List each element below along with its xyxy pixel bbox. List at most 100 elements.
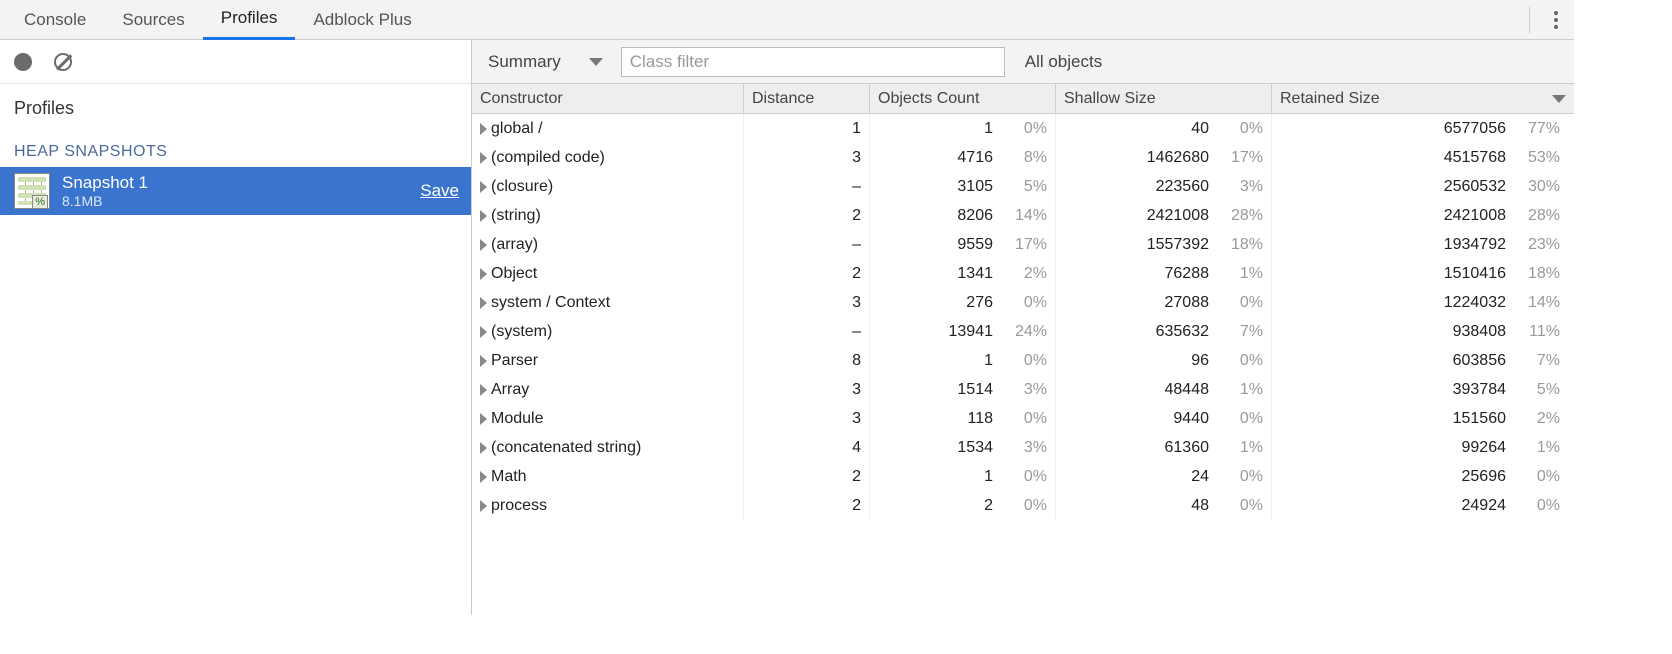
cell-objects-count: 13412% [870,259,1056,288]
header-objects-count[interactable]: Objects Count [870,84,1056,113]
obj-count-value: 1 [984,120,993,138]
cell-constructor: (array) [472,230,744,259]
shallow-pct: 0% [1219,497,1263,515]
expand-triangle-icon[interactable] [480,210,487,222]
snapshot-item[interactable]: Snapshot 1 8.1MB Save [0,167,471,215]
expand-triangle-icon[interactable] [480,268,487,280]
table-row[interactable]: (array)–955917%155739218%193479223% [472,230,1574,259]
chevron-down-icon [589,58,603,66]
record-icon[interactable] [14,53,32,71]
table-row[interactable]: Module31180%94400%1515602% [472,404,1574,433]
table-header: Constructor Distance Objects Count Shall… [472,84,1574,114]
expand-triangle-icon[interactable] [480,152,487,164]
constructor-name: Array [491,381,529,399]
shallow-pct: 1% [1219,381,1263,399]
cell-constructor: (concatenated string) [472,433,744,462]
table-row[interactable]: Parser810%960%6038567% [472,346,1574,375]
header-distance[interactable]: Distance [744,84,870,113]
header-retained-size[interactable]: Retained Size [1272,84,1574,113]
table-row[interactable]: Array315143%484481%3937845% [472,375,1574,404]
cell-objects-count: 31055% [870,172,1056,201]
retained-value: 938408 [1453,323,1506,341]
expand-triangle-icon[interactable] [480,181,487,193]
shallow-pct: 0% [1219,352,1263,370]
table-row[interactable]: Object213412%762881%151041618% [472,259,1574,288]
retained-value: 2421008 [1444,207,1506,225]
cell-retained-size: 256960% [1272,462,1574,491]
cell-constructor: Module [472,404,744,433]
constructor-name: (closure) [491,178,553,196]
expand-triangle-icon[interactable] [480,413,487,425]
shallow-value: 635632 [1156,323,1209,341]
cell-constructor: (string) [472,201,744,230]
expand-triangle-icon[interactable] [480,123,487,135]
table-row[interactable]: (closure)–31055%2235603%256053230% [472,172,1574,201]
retained-pct: 23% [1516,236,1560,254]
expand-triangle-icon[interactable] [480,326,487,338]
obj-count-pct: 14% [1003,207,1047,225]
tab-adblock-plus[interactable]: Adblock Plus [295,0,429,40]
constructor-name: global / [491,120,543,138]
cell-distance: 2 [744,491,870,520]
retained-pct: 5% [1516,381,1560,399]
table-row[interactable]: system / Context32760%270880%122403214% [472,288,1574,317]
obj-count-pct: 0% [1003,410,1047,428]
table-row[interactable]: (concatenated string)415343%613601%99264… [472,433,1574,462]
table-row[interactable]: (compiled code)347168%146268017%45157685… [472,143,1574,172]
heap-toolbar: Summary All objects [472,40,1574,84]
header-shallow-size[interactable]: Shallow Size [1056,84,1272,113]
obj-count-pct: 2% [1003,265,1047,283]
retained-pct: 14% [1516,294,1560,312]
expand-triangle-icon[interactable] [480,384,487,396]
table-row[interactable]: (system)–1394124%6356327%93840811% [472,317,1574,346]
cell-shallow-size: 762881% [1056,259,1272,288]
snapshot-save-link[interactable]: Save [420,181,459,201]
cell-retained-size: 151041618% [1272,259,1574,288]
shallow-pct: 1% [1219,439,1263,457]
retained-value: 24924 [1462,497,1507,515]
shallow-pct: 18% [1219,236,1263,254]
retained-pct: 77% [1516,120,1560,138]
clear-icon[interactable] [54,53,72,71]
table-row[interactable]: global /110%400%657705677% [472,114,1574,143]
cell-constructor: process [472,491,744,520]
retained-value: 151560 [1453,410,1506,428]
cell-retained-size: 256053230% [1272,172,1574,201]
kebab-menu-icon[interactable] [1544,5,1568,35]
devtools-tab-bar: Console Sources Profiles Adblock Plus [0,0,1574,40]
class-filter-input[interactable] [621,47,1005,77]
tab-profiles[interactable]: Profiles [203,0,296,40]
expand-triangle-icon[interactable] [480,471,487,483]
expand-triangle-icon[interactable] [480,500,487,512]
objects-filter-select[interactable]: All objects [1015,52,1112,72]
shallow-value: 2421008 [1147,207,1209,225]
constructor-name: (array) [491,236,538,254]
table-row[interactable]: process220%480%249240% [472,491,1574,520]
header-constructor[interactable]: Constructor [472,84,744,113]
cell-distance: 3 [744,404,870,433]
cell-shallow-size: 480% [1056,491,1272,520]
cell-shallow-size: 613601% [1056,433,1272,462]
retained-pct: 18% [1516,265,1560,283]
shallow-pct: 0% [1219,468,1263,486]
obj-count-value: 1 [984,468,993,486]
profiles-sidebar: Profiles HEAP SNAPSHOTS Snapshot 1 8.1MB… [0,40,472,615]
expand-triangle-icon[interactable] [480,442,487,454]
expand-triangle-icon[interactable] [480,355,487,367]
table-row[interactable]: Math210%240%256960% [472,462,1574,491]
table-row[interactable]: (string)2820614%242100828%242100828% [472,201,1574,230]
cell-shallow-size: 400% [1056,114,1272,143]
cell-distance: 3 [744,288,870,317]
cell-constructor: (closure) [472,172,744,201]
shallow-value: 76288 [1165,265,1210,283]
tab-sources[interactable]: Sources [104,0,202,40]
expand-triangle-icon[interactable] [480,297,487,309]
shallow-pct: 0% [1219,294,1263,312]
cell-distance: – [744,317,870,346]
cell-shallow-size: 240% [1056,462,1272,491]
expand-triangle-icon[interactable] [480,239,487,251]
cell-retained-size: 6038567% [1272,346,1574,375]
cell-distance: 4 [744,433,870,462]
tab-console[interactable]: Console [6,0,104,40]
view-mode-select[interactable]: Summary [480,52,611,72]
